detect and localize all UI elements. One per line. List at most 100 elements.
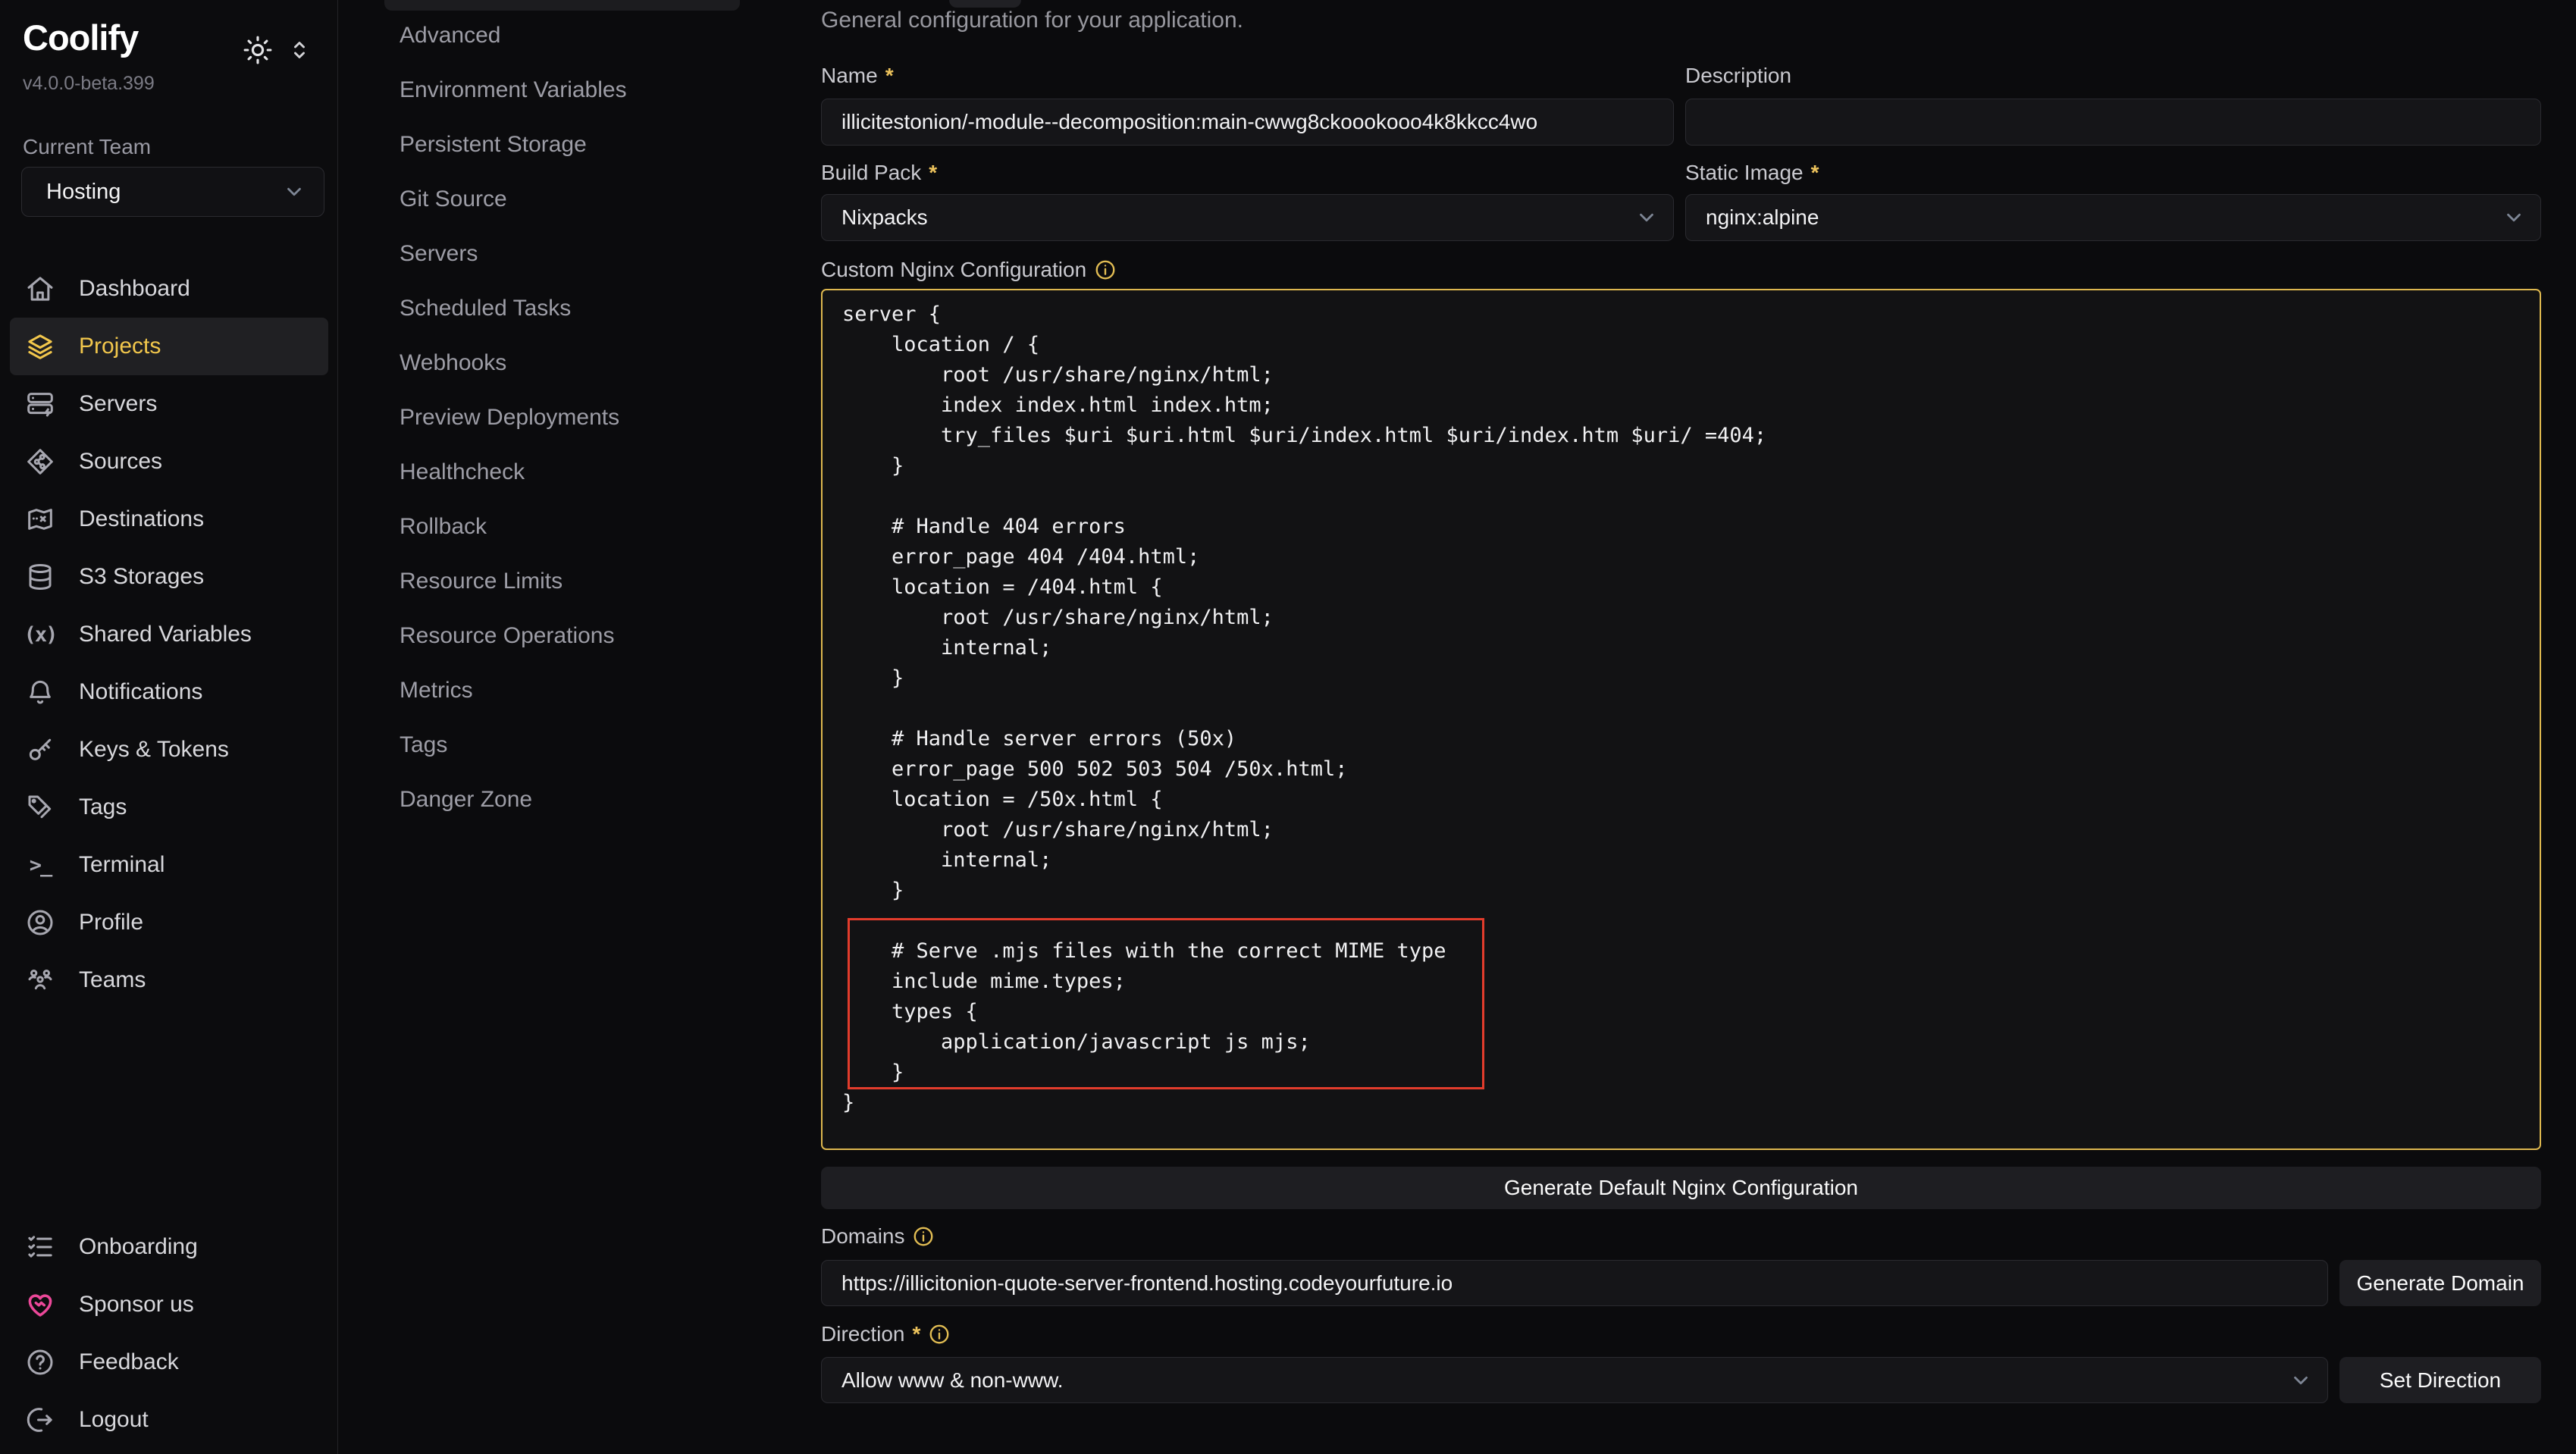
- users-icon: [25, 965, 55, 995]
- database-icon: [25, 562, 55, 592]
- domains-input[interactable]: [821, 1260, 2328, 1306]
- info-icon[interactable]: [928, 1323, 951, 1346]
- theme-toggle-sun-icon[interactable]: [241, 33, 274, 67]
- domains-label: Domains: [821, 1224, 935, 1249]
- submenu-item-rollback[interactable]: Rollback: [338, 500, 819, 554]
- sidebar-item-onboarding[interactable]: Onboarding: [10, 1218, 328, 1276]
- sidebar-item-sources[interactable]: Sources: [10, 433, 328, 490]
- team-select-value: Hosting: [46, 180, 283, 205]
- submenu-item-servers[interactable]: Servers: [338, 227, 819, 281]
- submenu-item-advanced[interactable]: Advanced: [338, 8, 819, 63]
- nginx-config-textarea[interactable]: server { location / { root /usr/share/ng…: [821, 289, 2541, 1150]
- chevron-down-icon: [1635, 206, 1658, 229]
- chevron-down-icon: [2502, 206, 2525, 229]
- scrolled-button-remnant: [949, 0, 1021, 8]
- heart-icon: [25, 1289, 55, 1320]
- bell-icon: [25, 677, 55, 707]
- generate-domain-button[interactable]: Generate Domain: [2339, 1260, 2541, 1306]
- required-asterisk: *: [1811, 161, 1819, 185]
- submenu-item-preview-deployments[interactable]: Preview Deployments: [338, 390, 819, 445]
- sidebar-item-servers[interactable]: Servers: [10, 375, 328, 433]
- submenu-item-resource-operations[interactable]: Resource Operations: [338, 609, 819, 663]
- sidebar-item-destinations[interactable]: Destinations: [10, 490, 328, 548]
- sidebar-item-label: Onboarding: [79, 1234, 198, 1260]
- submenu-item-healthcheck[interactable]: Healthcheck: [338, 445, 819, 500]
- submenu-item-environment-variables[interactable]: Environment Variables: [338, 63, 819, 118]
- general-configuration-panel: General configuration for your applicati…: [819, 0, 2576, 1454]
- description-label: Description: [1685, 64, 1791, 88]
- required-asterisk: *: [912, 1322, 920, 1346]
- sidebar-item-notifications[interactable]: Notifications: [10, 663, 328, 721]
- key-icon: [25, 735, 55, 765]
- sidebar-item-label: Notifications: [79, 679, 202, 705]
- sidebar-item-sponsor-us[interactable]: Sponsor us: [10, 1276, 328, 1333]
- required-asterisk: *: [929, 161, 937, 185]
- submenu-item-metrics[interactable]: Metrics: [338, 663, 819, 718]
- sidebar-item-label: Servers: [79, 391, 157, 417]
- sidebar-item-projects[interactable]: Projects: [10, 318, 328, 375]
- chevron-down-icon: [2289, 1369, 2312, 1392]
- submenu-item-scheduled-tasks[interactable]: Scheduled Tasks: [338, 281, 819, 336]
- terminal-icon: >_: [25, 850, 55, 880]
- info-icon[interactable]: [1094, 259, 1117, 281]
- sidebar-item-label: Shared Variables: [79, 622, 252, 647]
- submenu-item-tags[interactable]: Tags: [338, 718, 819, 772]
- tag-icon: [25, 792, 55, 823]
- generate-default-nginx-button[interactable]: Generate Default Nginx Configuration: [821, 1167, 2541, 1209]
- sidebar-item-label: Destinations: [79, 506, 204, 532]
- app-version: v4.0.0-beta.399: [23, 73, 155, 95]
- sidebar-item-label: Projects: [79, 334, 161, 359]
- name-input[interactable]: [821, 99, 1674, 146]
- team-select[interactable]: Hosting: [21, 167, 324, 217]
- sidebar-item-profile[interactable]: Profile: [10, 894, 328, 951]
- submenu-item-git-source[interactable]: Git Source: [338, 172, 819, 227]
- set-direction-button[interactable]: Set Direction: [2339, 1357, 2541, 1403]
- sidebar-item-dashboard[interactable]: Dashboard: [10, 260, 328, 318]
- home-icon: [25, 274, 55, 304]
- direction-select[interactable]: Allow www & non-www.: [821, 1357, 2328, 1403]
- variable-icon: (x): [25, 619, 55, 650]
- page-subtitle: General configuration for your applicati…: [821, 8, 1243, 33]
- git-source-icon: [25, 447, 55, 477]
- coolify-app: Coolify v4.0.0-beta.399 Current Team Hos…: [0, 0, 2576, 1454]
- submenu-item-webhooks[interactable]: Webhooks: [338, 336, 819, 390]
- sidebar-item-tags[interactable]: Tags: [10, 779, 328, 836]
- chevrons-up-down-icon[interactable]: [285, 35, 314, 65]
- sidebar-item-label: Feedback: [79, 1349, 179, 1375]
- sidebar-item-teams[interactable]: Teams: [10, 951, 328, 1009]
- settings-submenu: Advanced Environment Variables Persisten…: [338, 0, 819, 1454]
- sidebar-item-label: Logout: [79, 1407, 149, 1433]
- info-icon[interactable]: [912, 1225, 935, 1248]
- build-pack-label: Build Pack*: [821, 161, 937, 185]
- primary-sidebar: Coolify v4.0.0-beta.399 Current Team Hos…: [0, 0, 338, 1454]
- checklist-icon: [25, 1232, 55, 1262]
- sidebar-item-label: Sponsor us: [79, 1292, 194, 1318]
- nginx-config-label: Custom Nginx Configuration: [821, 258, 1117, 282]
- direction-select-value: Allow www & non-www.: [841, 1368, 2289, 1393]
- sidebar-item-s3-storages[interactable]: S3 Storages: [10, 548, 328, 606]
- sidebar-item-label: Dashboard: [79, 276, 190, 302]
- sidebar-item-label: Profile: [79, 910, 143, 935]
- build-pack-select-value: Nixpacks: [841, 205, 1635, 230]
- build-pack-select[interactable]: Nixpacks: [821, 194, 1674, 241]
- sidebar-item-feedback[interactable]: Feedback: [10, 1333, 328, 1391]
- submenu-item-persistent-storage[interactable]: Persistent Storage: [338, 118, 819, 172]
- map-icon: [25, 504, 55, 534]
- sidebar-item-label: S3 Storages: [79, 564, 204, 590]
- help-circle-icon: [25, 1347, 55, 1377]
- sidebar-item-shared-variables[interactable]: (x) Shared Variables: [10, 606, 328, 663]
- sidebar-item-logout[interactable]: Logout: [10, 1391, 328, 1449]
- description-input[interactable]: [1685, 99, 2541, 146]
- sidebar-item-label: Terminal: [79, 852, 165, 878]
- static-image-select[interactable]: nginx:alpine: [1685, 194, 2541, 241]
- sidebar-item-label: Keys & Tokens: [79, 737, 229, 763]
- submenu-item-danger-zone[interactable]: Danger Zone: [338, 772, 819, 827]
- sidebar-item-keys-tokens[interactable]: Keys & Tokens: [10, 721, 328, 779]
- server-icon: [25, 389, 55, 419]
- static-image-label: Static Image*: [1685, 161, 1819, 185]
- logout-icon: [25, 1405, 55, 1435]
- submenu-item-resource-limits[interactable]: Resource Limits: [338, 554, 819, 609]
- sidebar-nav: Dashboard Projects Ser: [0, 260, 338, 1009]
- nginx-config-code[interactable]: server { location / { root /usr/share/ng…: [823, 290, 2540, 1127]
- sidebar-item-terminal[interactable]: >_ Terminal: [10, 836, 328, 894]
